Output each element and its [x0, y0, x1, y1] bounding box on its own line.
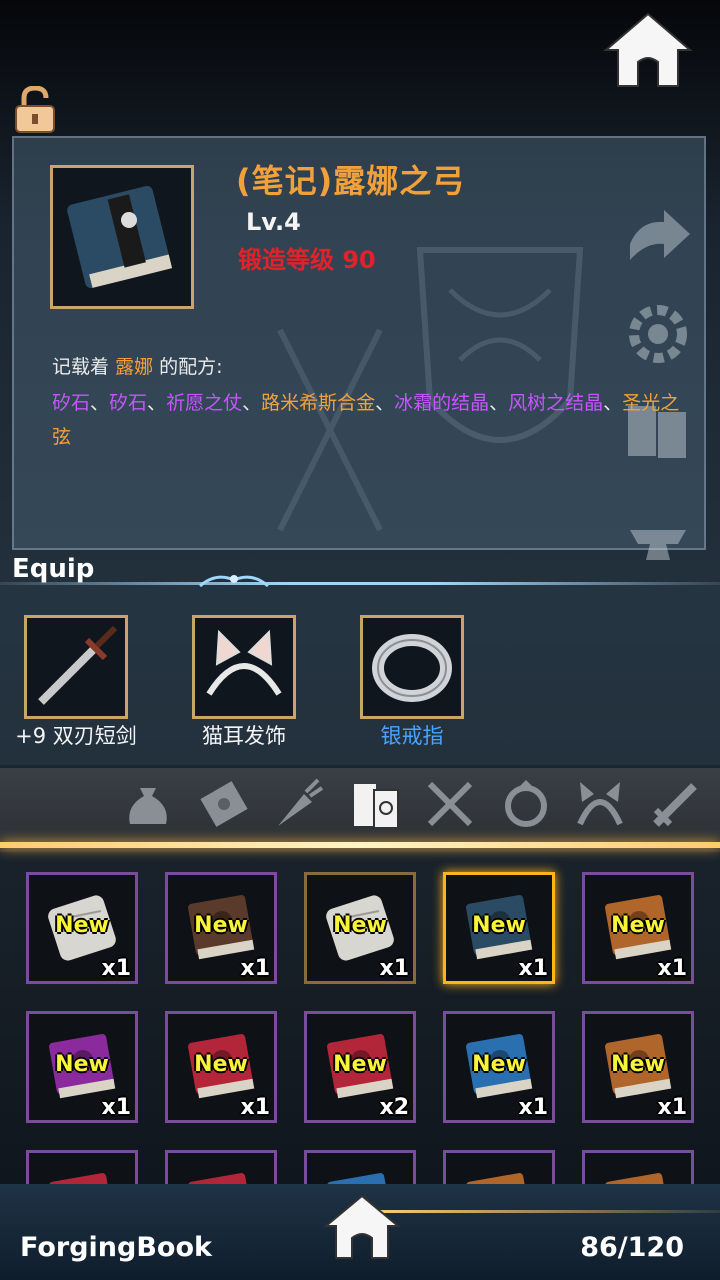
item-quantity: x1	[240, 1095, 271, 1120]
equip-label-weapon: +9 双刃短剑	[15, 724, 137, 748]
inventory-slot[interactable]	[165, 1150, 277, 1184]
material-name: 冰霜的结晶	[394, 392, 490, 414]
inventory-grid: New x1 New x1 New x1 New x1 New x1 New x1 New x1 New x2…	[0, 852, 720, 1184]
inventory-slot[interactable]: New x1	[443, 1011, 555, 1123]
item-quantity: x1	[240, 956, 271, 981]
inventory-slot[interactable]: New x1	[165, 872, 277, 984]
equip-label-accessory: 银戒指	[380, 724, 444, 748]
home-icon[interactable]	[602, 10, 694, 90]
new-badge: New	[194, 913, 248, 938]
inventory-slot[interactable]: New x1	[165, 1011, 277, 1123]
separator: 、	[90, 392, 110, 414]
recipe-header: 记载着 露娜 的配方:	[52, 352, 223, 379]
inventory-slot[interactable]: New x1	[304, 872, 416, 984]
item-quantity: x1	[657, 956, 688, 981]
unlock-icon[interactable]	[12, 86, 58, 134]
bag-icon[interactable]	[120, 776, 176, 832]
book-icon	[67, 185, 173, 289]
item-quantity: x1	[657, 1095, 688, 1120]
item-quantity: x2	[379, 1095, 410, 1120]
new-badge: New	[611, 913, 665, 938]
scroll-icon[interactable]	[196, 776, 252, 832]
material-name: 祈愿之仗	[166, 392, 243, 414]
separator: 、	[242, 392, 262, 414]
item-title: (笔记)露娜之弓	[236, 162, 466, 200]
category-glow-line	[0, 842, 720, 848]
item-level: Lv.4	[246, 208, 301, 236]
inventory-slot[interactable]: New x1	[582, 1011, 694, 1123]
material-name: 矽石	[109, 392, 148, 414]
books-icon[interactable]	[348, 776, 404, 832]
item-quantity: x1	[518, 1095, 549, 1120]
inventory-count: 86/120	[580, 1232, 684, 1263]
utensils-icon[interactable]	[422, 776, 478, 832]
home-icon[interactable]	[322, 1192, 402, 1262]
inventory-slot[interactable]: New x1	[26, 872, 138, 984]
equip-title: Equip	[12, 554, 95, 584]
separator: 、	[147, 392, 167, 414]
book-icon	[188, 1173, 253, 1184]
sword-icon[interactable]	[648, 776, 704, 832]
new-badge: New	[333, 913, 387, 938]
inventory-slot[interactable]: New x2	[304, 1011, 416, 1123]
inventory-slot[interactable]: New x1	[443, 872, 555, 984]
page-label: ForgingBook	[20, 1232, 212, 1263]
recipe-materials: 矽石、矽石、祈愿之仗、路米希斯合金、冰霜的结晶、风树之结晶、圣光之弦	[52, 386, 692, 454]
silver-ring-icon	[372, 634, 452, 702]
inventory-slot[interactable]: New x1	[582, 872, 694, 984]
new-badge: New	[472, 913, 526, 938]
new-badge: New	[55, 1052, 109, 1077]
forge-level-value: 90	[342, 246, 376, 274]
inventory-slot[interactable]	[304, 1150, 416, 1184]
book-icon	[466, 1173, 531, 1184]
material-name: 风树之结晶	[508, 392, 604, 414]
carrot-icon[interactable]	[270, 776, 326, 832]
book-icon	[49, 1173, 114, 1184]
forge-level-label: 锻造等级	[238, 246, 334, 274]
new-badge: New	[194, 1052, 248, 1077]
separator: 、	[375, 392, 395, 414]
equip-slot-accessory[interactable]	[360, 615, 464, 719]
recipe-prefix: 记载着	[52, 356, 110, 378]
ornament-decoration	[199, 575, 269, 588]
item-quantity: x1	[101, 956, 132, 981]
inventory-slot[interactable]	[443, 1150, 555, 1184]
forge-level: 锻造等级 90	[238, 240, 376, 275]
item-quantity: x1	[518, 956, 549, 981]
recipe-character-name: 露娜	[115, 356, 154, 378]
dagger-icon	[38, 625, 118, 705]
inventory-slot[interactable]	[582, 1150, 694, 1184]
new-badge: New	[611, 1052, 665, 1077]
book-icon	[327, 1173, 392, 1184]
next-arrow-icon[interactable]	[620, 200, 696, 276]
new-badge: New	[55, 913, 109, 938]
gear-icon[interactable]	[620, 296, 696, 372]
item-quantity: x1	[101, 1095, 132, 1120]
equip-label-head: 猫耳发饰	[202, 724, 286, 748]
inventory-slot[interactable]: New x1	[26, 1011, 138, 1123]
separator: 、	[489, 392, 509, 414]
equip-divider	[0, 582, 720, 585]
anvil-icon[interactable]	[620, 500, 696, 576]
new-badge: New	[333, 1052, 387, 1077]
bottom-glow-line	[380, 1210, 720, 1213]
ring-icon[interactable]	[498, 776, 554, 832]
headband-icon[interactable]	[572, 776, 628, 832]
cat-ear-headband-icon	[206, 629, 282, 696]
inventory-slot[interactable]	[26, 1150, 138, 1184]
book-icon	[605, 1173, 670, 1184]
equip-slot-weapon[interactable]	[24, 615, 128, 719]
separator: 、	[603, 392, 623, 414]
material-name: 矽石	[52, 392, 91, 414]
recipe-suffix: 的配方:	[159, 356, 223, 378]
new-badge: New	[472, 1052, 526, 1077]
material-name: 路米希斯合金	[261, 392, 376, 414]
item-quantity: x1	[379, 956, 410, 981]
item-image-frame	[50, 165, 194, 309]
equip-slot-head[interactable]	[192, 615, 296, 719]
